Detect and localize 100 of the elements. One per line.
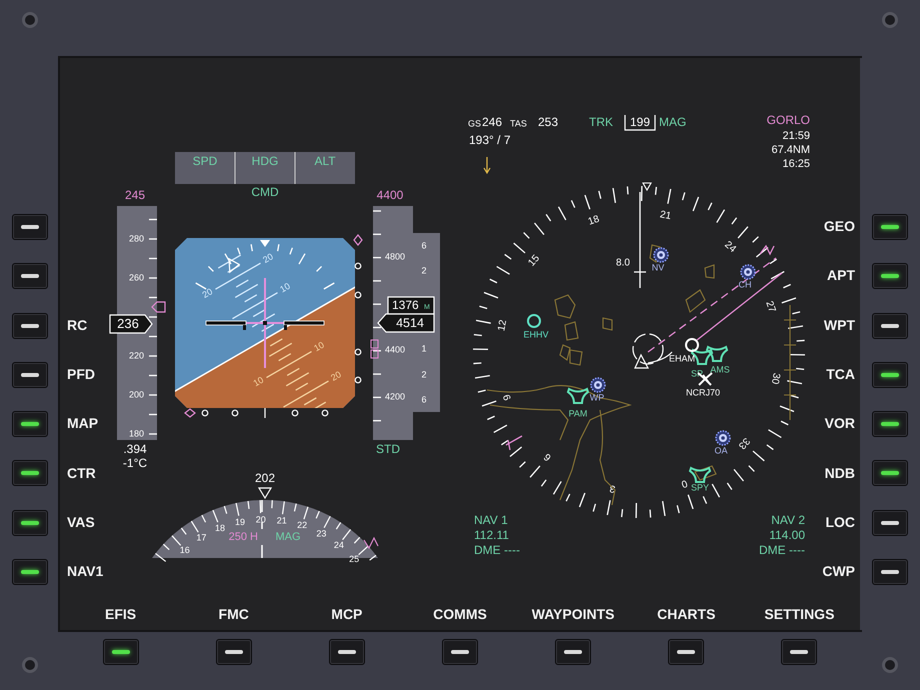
vor-station-icon [590,377,606,393]
pitch-label: 20 [261,251,275,266]
waypoint-name: GORLO [766,113,810,128]
altitude-readout: 4514 [377,313,435,333]
panel-button[interactable] [872,312,908,339]
heading-readout: 202 [254,471,276,486]
nav-radio-label: NAV 1 [474,513,508,528]
panel-button[interactable] [872,411,908,438]
speed-bug-icon [151,301,166,313]
panel-button[interactable] [12,214,48,240]
button-label: RC [67,316,88,335]
track-label: TRK [589,115,613,130]
waypoint-time: 16:25 [782,158,810,170]
station-label: OA [714,445,728,456]
compass-label: 9 [502,392,514,402]
station-label: CH [738,279,752,290]
panel-button[interactable] [216,639,252,665]
compass-label: 18 [586,214,601,228]
compass-label: 0 [680,477,689,490]
temperature: -1°C [122,456,148,470]
vortac-icon [689,467,711,483]
compass-label: 15 [526,253,542,269]
airport-icon [685,338,699,352]
panel-button[interactable] [872,362,908,388]
panel-button[interactable] [12,312,48,339]
vertical-speed-label: 6 [422,240,426,250]
speed-scale-label: 180 [128,428,144,438]
compass-label: 30 [768,372,782,385]
vertical-speed-label: 6 [422,394,426,404]
vortac-icon [706,346,728,362]
button-label: NDB [824,464,855,483]
panel-button[interactable] [102,639,139,665]
nav-frequency: 114.00 [769,528,805,542]
panel-button[interactable] [668,639,704,665]
vor-station-icon [715,430,731,446]
screw-icon [22,12,38,28]
heading-scale-label: 24 [334,540,344,550]
station-label: SPY [691,482,709,492]
button-label: EFIS [105,604,136,624]
panel-button[interactable] [442,639,478,665]
button-label: FMC [218,604,249,624]
screw-icon [22,657,38,673]
compass-label: 24 [722,239,738,255]
waypoint-distance: 67.4NM [771,144,810,156]
panel-button[interactable] [12,559,48,586]
button-label: PFD [67,365,95,384]
speed-readout: 236 [109,314,153,334]
panel-button[interactable] [12,510,48,536]
panel-button[interactable] [872,559,908,586]
altitude-bug-icon [370,340,378,358]
pitch-label: 10 [278,280,292,294]
mode-label: HDG [252,154,278,168]
panel-button[interactable] [872,510,908,536]
button-label: APT [827,266,855,286]
heading-pointer-icon [258,487,272,500]
screw-icon [882,12,898,28]
panel-button[interactable] [781,639,818,665]
panel-button[interactable] [12,263,48,290]
pitch-label: 20 [200,286,214,300]
button-label: CWP [822,562,855,582]
heading-reference: MAG [275,530,301,543]
heading-scale-label: 16 [180,545,190,556]
pitch-label: 10 [312,340,326,354]
button-label: VAS [67,512,95,532]
aircraft-symbol-icon [206,320,324,330]
pitch-label: 20 [329,369,343,383]
heading-scale-label: 20 [256,514,266,524]
panel-button[interactable] [12,362,48,388]
panel-button[interactable] [872,214,908,240]
vortac-icon [567,388,589,404]
station-label: EHHV [524,329,548,340]
panel-button[interactable] [12,460,48,486]
panel-button[interactable] [872,263,908,290]
pitch-label: 10 [252,374,266,388]
button-label: MCP [331,604,362,624]
button-label: MAP [67,414,98,434]
speed-scale-label: 220 [128,350,144,360]
heading-scale-label: 22 [297,520,308,530]
ground-speed: 246 [482,115,502,130]
panel-button[interactable] [328,639,365,665]
heading-scale-label: 17 [196,532,206,543]
station-label: PAM [568,408,588,418]
selected-altitude: 4400 [376,188,404,202]
panel-button[interactable] [12,411,48,438]
vor-station-icon [653,247,669,263]
track-readout: 199 [624,115,656,131]
wind-readout: 193° / 7 [469,133,510,148]
mode-label: SPD [192,154,218,168]
compass-label: 27 [763,300,778,314]
dme-readout: DME ---- [474,543,520,558]
true-airspeed: 253 [538,115,558,130]
range-label: 8.0 [616,258,630,269]
altitude-scale-label: 4200 [385,391,406,402]
panel-button[interactable] [872,460,908,486]
speed-scale-label: 200 [128,389,144,400]
panel-button[interactable] [555,639,592,665]
waypoint-eta: 21:59 [782,130,810,142]
altitude-scale-label: 4800 [385,251,406,262]
vertical-speed-label: 2 [422,265,426,276]
nav-frequency: 112.11 [474,528,509,542]
